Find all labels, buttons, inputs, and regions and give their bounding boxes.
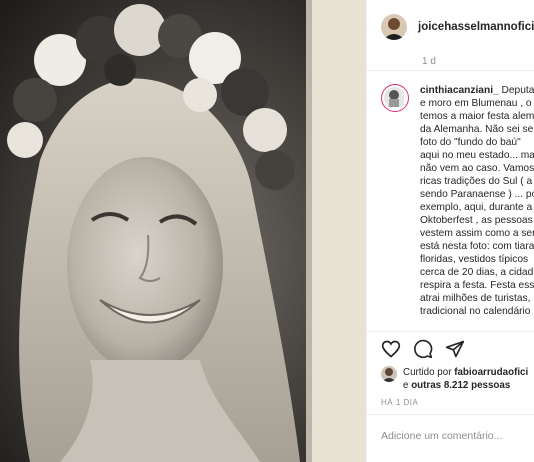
- likes-others-link[interactable]: outras 8.212 pessoas: [411, 380, 510, 391]
- liker-avatar[interactable]: [381, 366, 397, 382]
- portrait-image: [0, 0, 366, 462]
- commenter-username[interactable]: cinthiacanziani_: [420, 85, 499, 96]
- comment-line: tradicional no calendário: [420, 306, 531, 317]
- actions-divider: [367, 331, 534, 332]
- comment-line: temos a maior festa alem: [420, 111, 534, 122]
- comment-line: exemplo, aqui, durante a: [420, 202, 533, 213]
- liker-username[interactable]: fabioarrudaofici: [454, 367, 528, 378]
- likes-text: Curtido por fabioarrudaofici e outras 8.…: [403, 366, 528, 392]
- comment-line: sendo Paranaense ) ... po: [420, 189, 534, 200]
- comment-input[interactable]: Adicione um comentário...: [381, 430, 502, 442]
- comment-line: Oktoberfest , as pessoas: [420, 215, 533, 226]
- commenter-avatar[interactable]: [381, 84, 409, 112]
- comment-line: floridas, vestidos típicos: [420, 254, 529, 265]
- author-username[interactable]: joicehasselmannoficial: [418, 21, 534, 33]
- comment-line: foto do "fundo do baú": [420, 137, 521, 148]
- comment-text: cinthiacanziani_ Deputad e moro em Blume…: [420, 84, 534, 318]
- comment-line: está nesta foto: com tiara: [420, 241, 534, 252]
- share-icon[interactable]: [445, 339, 465, 359]
- likes-connector: e: [403, 380, 409, 391]
- post-date: HÁ 1 DIA: [381, 398, 419, 407]
- post-photo[interactable]: [0, 0, 366, 462]
- comment-line: respira a festa. Festa essa: [420, 280, 534, 291]
- comment-icon[interactable]: [413, 339, 433, 359]
- post-sidebar: joicehasselmannoficial 1 d cinthiacanzia…: [366, 0, 534, 462]
- heart-icon[interactable]: [381, 339, 401, 359]
- header-divider: [367, 70, 534, 71]
- comment-line: da Alemanha. Não sei se: [420, 124, 534, 135]
- author-avatar[interactable]: [381, 14, 407, 40]
- post-time: 1 d: [422, 56, 436, 67]
- action-bar: [381, 338, 465, 360]
- comment-line: vestem assim como a ser: [420, 228, 534, 239]
- post-header: joicehasselmannoficial: [367, 0, 534, 54]
- comment-line: ricas tradições do Sul ( a: [420, 176, 533, 187]
- input-divider: [367, 414, 534, 415]
- comment-line: e moro em Blumenau , o: [420, 98, 532, 109]
- comment-line: cerca de 20 dias, a cidad: [420, 267, 534, 278]
- likes-prefix: Curtido por: [403, 367, 455, 378]
- comment-line: não vem ao caso. Vamos: [420, 163, 534, 174]
- comment-line: aqui no meu estado... ma: [420, 150, 534, 161]
- comment-line: Deputad: [501, 85, 534, 96]
- comment-line: atrai milhões de turistas,: [420, 293, 531, 304]
